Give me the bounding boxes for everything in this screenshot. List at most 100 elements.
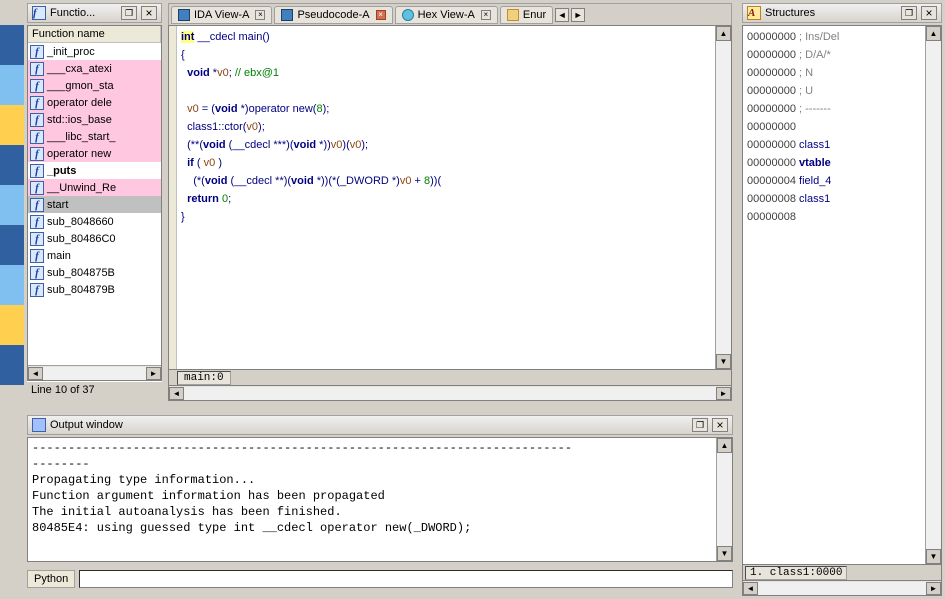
structures-title-bar[interactable]: A Structures [742, 3, 942, 23]
scroll-down-icon[interactable]: ▼ [717, 546, 732, 561]
function-row[interactable]: f_puts [28, 162, 161, 179]
scroll-right-icon[interactable]: ► [926, 582, 941, 595]
tab-close-icon[interactable]: × [255, 10, 265, 20]
structures-title: Structures [765, 7, 897, 19]
overview-strip[interactable] [0, 25, 24, 385]
function-row[interactable]: foperator new [28, 145, 161, 162]
function-row[interactable]: fsub_804879B [28, 281, 161, 298]
function-label: sub_80486C0 [47, 233, 116, 245]
tab-close-icon[interactable]: × [481, 10, 491, 20]
offset-bar: main:0 [168, 370, 732, 386]
function-row[interactable]: fmain [28, 247, 161, 264]
pseudocode-text[interactable]: int __cdecl main() { void *v0; // ebx@1 … [177, 26, 715, 369]
close-button[interactable] [141, 6, 157, 20]
function-icon: f [30, 130, 44, 144]
function-name-column[interactable]: Function name [28, 26, 161, 42]
close-button[interactable] [712, 418, 728, 432]
functions-hscroll[interactable]: ◄ ► [28, 365, 161, 380]
functions-title: Functio... [50, 7, 117, 19]
function-label: main [47, 250, 71, 262]
scroll-left-icon[interactable]: ◄ [743, 582, 758, 595]
ida-icon [178, 9, 190, 21]
scroll-track[interactable] [758, 582, 926, 595]
function-row[interactable]: f___cxa_atexi [28, 60, 161, 77]
python-label[interactable]: Python [27, 570, 75, 588]
struct-icon: A [747, 6, 761, 20]
output-vscroll[interactable]: ▲ ▼ [716, 438, 732, 561]
function-icon: f [30, 181, 44, 195]
tabs-next-icon[interactable]: ► [571, 8, 585, 22]
function-label: std::ios_base [47, 114, 112, 126]
function-label: _init_proc [47, 46, 95, 58]
tabs-prev-icon[interactable]: ◄ [555, 8, 569, 22]
functions-title-bar[interactable]: f Functio... [27, 3, 162, 23]
scroll-up-icon[interactable]: ▲ [717, 438, 732, 453]
function-icon: f [30, 249, 44, 263]
function-icon: f [32, 6, 46, 20]
function-row[interactable]: fsub_80486C0 [28, 230, 161, 247]
restore-button[interactable] [901, 6, 917, 20]
struct-hscroll[interactable]: ◄ ► [742, 581, 942, 596]
scroll-down-icon[interactable]: ▼ [926, 549, 941, 564]
ida-icon [281, 9, 293, 21]
function-row[interactable]: f__Unwind_Re [28, 179, 161, 196]
scroll-right-icon[interactable]: ► [716, 387, 731, 400]
code-gutter [169, 26, 177, 369]
function-row[interactable]: fstd::ios_base [28, 111, 161, 128]
scroll-up-icon[interactable]: ▲ [926, 26, 941, 41]
function-row[interactable]: f___gmon_sta [28, 77, 161, 94]
tab-label: Enur [523, 9, 546, 21]
scroll-right-icon[interactable]: ► [146, 367, 161, 380]
function-icon: f [30, 266, 44, 280]
function-row[interactable]: fstart [28, 196, 161, 213]
restore-button[interactable] [692, 418, 708, 432]
tab-enur[interactable]: Enur [500, 6, 553, 24]
output-text[interactable]: ----------------------------------------… [28, 438, 716, 561]
tab-bar[interactable]: IDA View-A×Pseudocode-A×Hex View-A×Enur◄… [168, 3, 732, 25]
function-row[interactable]: foperator dele [28, 94, 161, 111]
enum-icon [507, 9, 519, 21]
function-icon: f [30, 232, 44, 246]
close-button[interactable] [921, 6, 937, 20]
scroll-track[interactable] [43, 367, 146, 380]
scroll-track[interactable] [926, 41, 941, 549]
output-title-bar[interactable]: Output window [27, 415, 733, 435]
function-label: ___gmon_sta [47, 80, 114, 92]
structures-text[interactable]: 00000000 ; Ins/Del 00000000 ; D/A/* 0000… [743, 26, 925, 564]
functions-list[interactable]: f_init_procf___cxa_atexif___gmon_stafope… [28, 43, 161, 365]
struct-vscroll[interactable]: ▲ ▼ [925, 26, 941, 564]
tab-pseudocode-a[interactable]: Pseudocode-A × [274, 6, 392, 24]
tab-close-icon[interactable]: × [376, 10, 386, 20]
function-row[interactable]: f___libc_start_ [28, 128, 161, 145]
scroll-track[interactable] [717, 453, 732, 546]
struct-status-field: 1. class1:0000 [745, 566, 847, 580]
function-label: operator dele [47, 97, 112, 109]
scroll-track[interactable] [184, 387, 716, 400]
tab-ida-view-a[interactable]: IDA View-A× [171, 6, 272, 24]
function-row[interactable]: fsub_8048660 [28, 213, 161, 230]
tab-label: Pseudocode-A [297, 9, 369, 21]
functions-panel: f Functio... Function name f_init_procf_… [27, 3, 162, 401]
function-icon: f [30, 198, 44, 212]
function-label: sub_8048660 [47, 216, 114, 228]
function-label: sub_804875B [47, 267, 115, 279]
code-body: int __cdecl main() { void *v0; // ebx@1 … [168, 25, 732, 370]
code-hscroll[interactable]: ◄ ► [168, 386, 732, 401]
function-label: __Unwind_Re [47, 182, 116, 194]
functions-header[interactable]: Function name [28, 26, 161, 43]
restore-button[interactable] [121, 6, 137, 20]
function-label: ___cxa_atexi [47, 63, 112, 75]
scroll-track[interactable] [716, 41, 731, 354]
code-vscroll[interactable]: ▲ ▼ [715, 26, 731, 369]
function-row[interactable]: f_init_proc [28, 43, 161, 60]
tab-hex-view-a[interactable]: Hex View-A× [395, 6, 498, 24]
scroll-left-icon[interactable]: ◄ [28, 367, 43, 380]
scroll-up-icon[interactable]: ▲ [716, 26, 731, 41]
scroll-down-icon[interactable]: ▼ [716, 354, 731, 369]
function-icon: f [30, 45, 44, 59]
scroll-left-icon[interactable]: ◄ [169, 387, 184, 400]
python-input[interactable] [79, 570, 733, 588]
output-panel: Output window --------------------------… [27, 415, 733, 563]
function-row[interactable]: fsub_804875B [28, 264, 161, 281]
function-icon: f [30, 164, 44, 178]
